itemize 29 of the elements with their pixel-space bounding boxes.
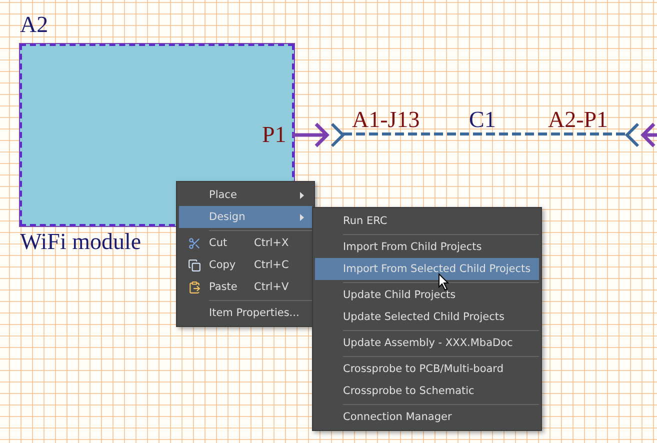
menu-item[interactable]: Crossprobe to Schematic [315,380,539,402]
sheet-name: WiFi module [20,230,142,253]
menu-item[interactable]: Copy Ctrl+C [179,254,312,276]
menu-item[interactable]: Import From Child Projects [315,236,539,258]
connector-right-icon [624,122,640,148]
menu-item[interactable]: Update Selected Child Projects [315,306,539,328]
scissors-icon [188,236,200,250]
submenu-arrow-icon [300,214,304,220]
connector-label: A1-J13 [352,108,420,131]
menu-item[interactable]: Crossprobe to PCB/Multi-board [315,358,539,380]
port-label: P1 [262,123,286,146]
mouse-cursor-icon [438,273,450,291]
connector-label: A2-P1 [548,108,608,131]
paste-icon [188,280,200,294]
port-arrow-icon [292,121,332,149]
port-arrow-icon [640,121,657,149]
sheet-designator: A2 [20,13,48,36]
copy-icon [188,258,200,272]
submenu-arrow-icon [300,192,304,198]
menu-item[interactable]: Update Assembly - XXX.MbaDoc [315,332,539,354]
menu-item[interactable]: Place [179,184,312,206]
connector-left-icon [330,122,346,148]
menu-item[interactable]: Run ERC [315,210,539,232]
menu-item[interactable]: Item Properties... [179,302,312,324]
menu-item[interactable]: Update Child Projects [315,284,539,306]
menu-item[interactable]: Paste Ctrl+V [179,276,312,298]
menu-item[interactable]: Cut Ctrl+X [179,232,312,254]
menu-item[interactable]: Connection Manager [315,406,539,428]
cable-label: C1 [469,108,496,131]
